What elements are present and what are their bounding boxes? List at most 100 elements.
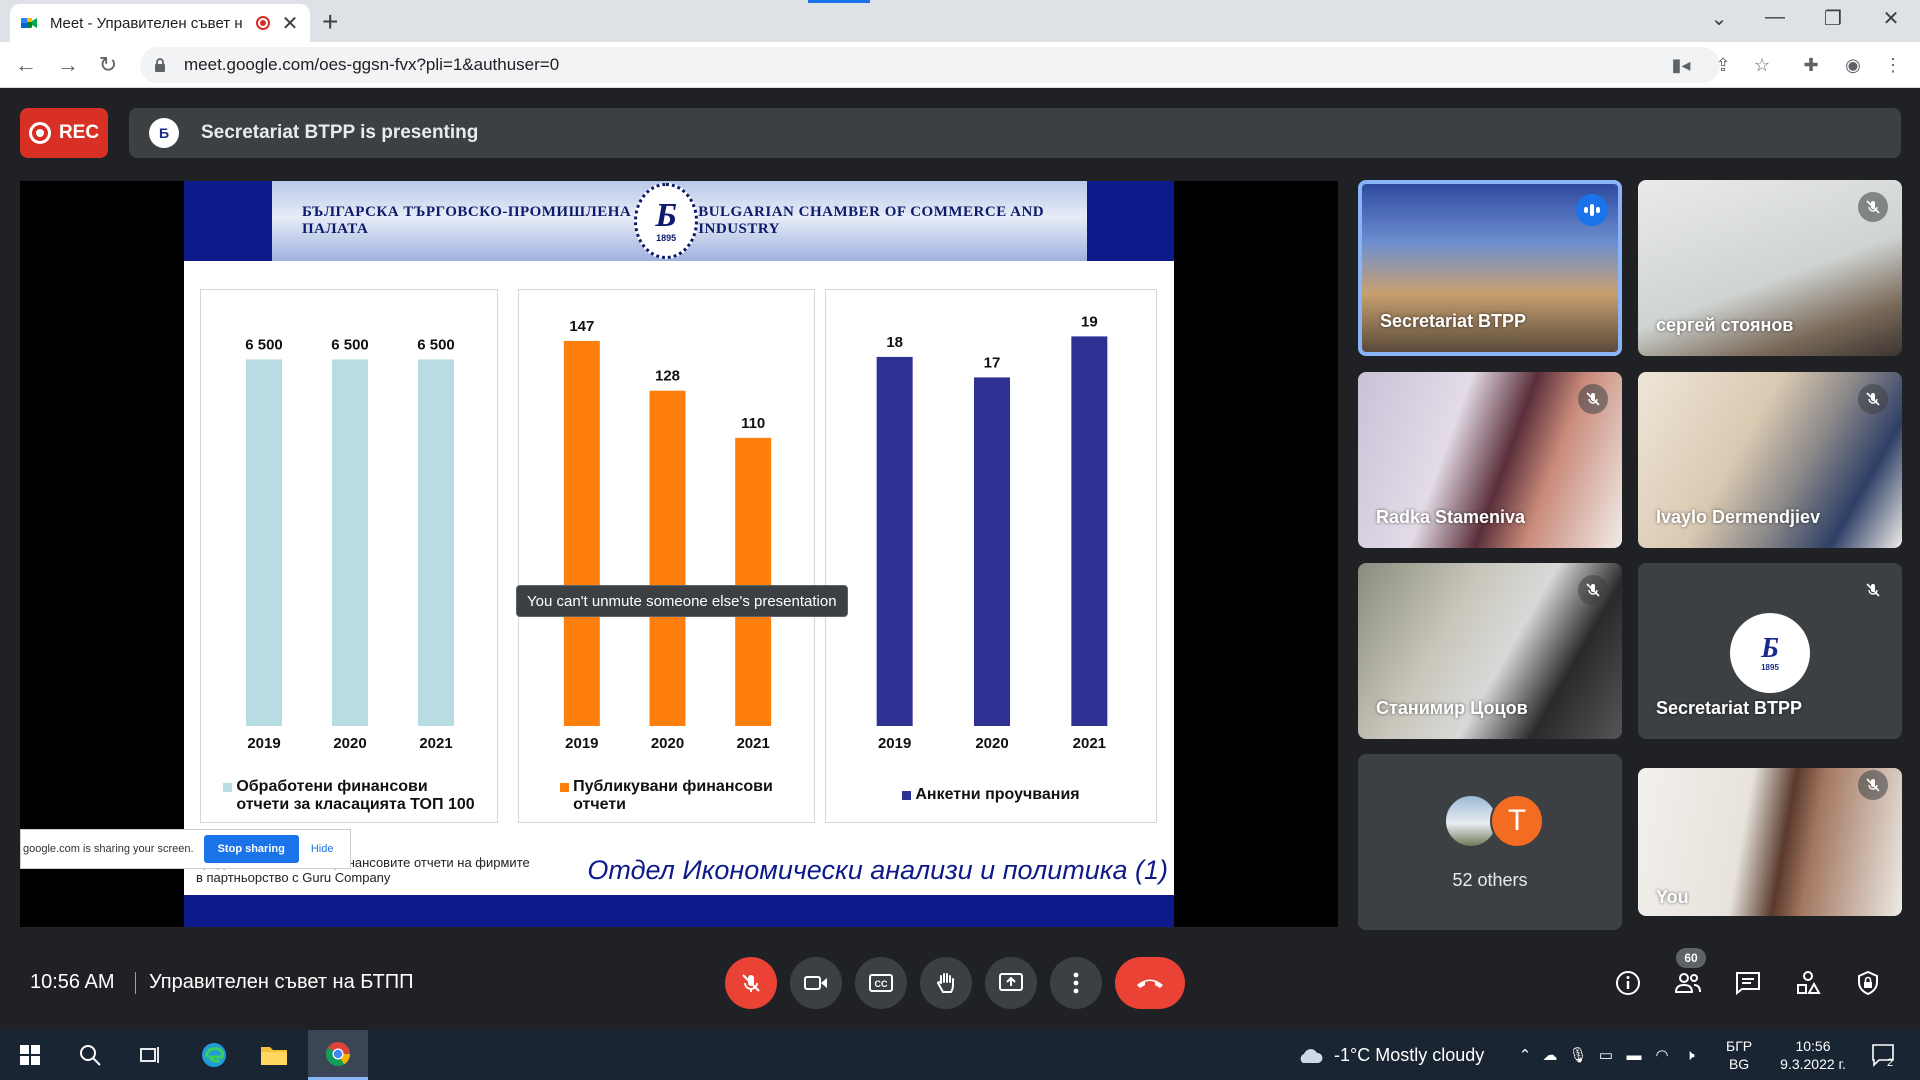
- bar-value-label: 6 500: [331, 336, 369, 353]
- display-icon[interactable]: ▭: [1592, 1046, 1620, 1064]
- more-vert-icon: [1073, 972, 1079, 994]
- chart-bar: [735, 437, 772, 726]
- participant-tile[interactable]: Ivaylo Dermendjiev: [1638, 372, 1902, 548]
- share-icon[interactable]: ⇪: [1712, 54, 1734, 76]
- cloud-icon: [1300, 1049, 1323, 1063]
- self-view-tile[interactable]: You: [1638, 768, 1902, 916]
- participant-tile[interactable]: Radka Stameniva: [1358, 372, 1622, 548]
- slide-footer: [184, 895, 1174, 927]
- legend-swatch: [902, 791, 912, 800]
- windows-start-button[interactable]: [0, 1030, 60, 1080]
- microphone-toggle-button[interactable]: [725, 957, 777, 1009]
- header-bulgarian-name: БЪЛГАРСКА ТЪРГОВСКО-ПРОМИШЛЕНА ПАЛАТА: [302, 204, 632, 237]
- new-tab-button[interactable]: +: [322, 8, 338, 36]
- captions-button[interactable]: CC: [855, 957, 907, 1009]
- recording-button[interactable]: REC: [20, 108, 108, 158]
- mic-off-icon: [1858, 384, 1888, 414]
- meeting-details-button[interactable]: [1611, 966, 1645, 1000]
- chart-published-reports: 147 2019 128 2020 110 2021 Публикувани финанс…: [518, 289, 815, 823]
- onedrive-cloud-icon[interactable]: ☁: [1536, 1046, 1564, 1064]
- chart-bar: [563, 340, 600, 726]
- forward-arrow-icon[interactable]: →: [54, 51, 82, 79]
- legend-text: отчети: [573, 796, 627, 813]
- chart-surveys-svg: 18 2019 17 2020 19 2021: [876, 313, 1108, 750]
- meet-controls-bar: 10:56 AM Управителен съвет на БТПП CC 60: [0, 930, 1920, 1030]
- participant-tile[interactable]: Secretariat BTPP: [1358, 180, 1622, 356]
- participant-tile[interactable]: Б 1895 Secretariat BTPP: [1638, 563, 1902, 739]
- chevron-up-icon[interactable]: ⌃: [1514, 1046, 1536, 1064]
- file-explorer-button[interactable]: [244, 1030, 304, 1080]
- activities-shapes-icon: [1797, 971, 1821, 994]
- tab-search-icon[interactable]: ⌄: [1704, 6, 1734, 31]
- x-axis-tick-label: 2020: [651, 735, 684, 750]
- browser-tab-meet[interactable]: Meet - Управителен съвет н ✕: [10, 4, 310, 42]
- browser-tab-strip: Meet - Управителен съвет н ✕ + ⌄ — ❐ ✕: [0, 0, 1920, 42]
- avatar: T: [1490, 794, 1544, 848]
- camera-in-use-icon[interactable]: ▮◂: [1670, 54, 1692, 76]
- activities-button[interactable]: [1791, 966, 1825, 1000]
- x-axis-tick-label: 2019: [247, 735, 280, 750]
- chat-button[interactable]: [1731, 966, 1765, 1000]
- bookmark-star-icon[interactable]: ☆: [1751, 54, 1773, 76]
- x-axis-tick-label: 2020: [333, 735, 366, 750]
- url-bar[interactable]: meet.google.com/oes-ggsn-fvx?pli=1&authu…: [140, 47, 1720, 83]
- reload-icon[interactable]: ↻: [94, 51, 122, 79]
- chrome-menu-icon[interactable]: ⋮: [1882, 54, 1904, 76]
- microphone-icon[interactable]: 🎙: [1564, 1046, 1592, 1064]
- volume-muted-icon[interactable]: 🕨: [1676, 1047, 1704, 1064]
- input-language-indicator[interactable]: БГР BG: [1726, 1037, 1752, 1073]
- bar-value-label: 19: [1081, 313, 1098, 330]
- maximize-button[interactable]: ❐: [1818, 6, 1848, 31]
- system-clock[interactable]: 10:56 9.3.2022 г.: [1768, 1037, 1858, 1073]
- close-window-button[interactable]: ✕: [1876, 6, 1906, 31]
- x-axis-tick-label: 2021: [1073, 735, 1106, 750]
- participant-name: Ivaylo Dermendjiev: [1656, 507, 1821, 527]
- presentation-stage[interactable]: БЪЛГАРСКА ТЪРГОВСКО-ПРОМИШЛЕНА ПАЛАТА Б …: [20, 181, 1338, 927]
- weather-widget[interactable]: -1°C Mostly cloudy: [1296, 1030, 1484, 1080]
- others-count: 52 others: [1452, 870, 1528, 890]
- chart-processed-reports-svg: 6 500 2019 6 500 2020 6 500 2021: [245, 336, 455, 750]
- wifi-icon[interactable]: ◠: [1648, 1046, 1676, 1064]
- chart-processed-reports: 6 500 2019 6 500 2020 6 500 2021 Обработени ф…: [200, 289, 498, 823]
- unmute-tooltip: You can't unmute someone else's presenta…: [516, 585, 848, 617]
- video-camera-icon: [804, 976, 827, 990]
- present-screen-button[interactable]: [985, 957, 1037, 1009]
- more-options-button[interactable]: [1050, 957, 1102, 1009]
- closed-captions-icon: CC: [869, 974, 893, 992]
- hide-link[interactable]: Hide: [311, 843, 334, 855]
- participant-tile[interactable]: Станимир Цоцов: [1358, 563, 1622, 739]
- edge-browser-button[interactable]: [184, 1030, 244, 1080]
- tab-close-icon[interactable]: ✕: [280, 11, 300, 36]
- participant-name: Secretariat BTPP: [1656, 698, 1803, 718]
- raise-hand-button[interactable]: [920, 957, 972, 1009]
- extensions-puzzle-icon[interactable]: ✚: [1800, 54, 1822, 76]
- windows-logo-icon: [20, 1045, 40, 1065]
- lang-top: БГР: [1726, 1038, 1753, 1054]
- legend-swatch: [560, 783, 570, 792]
- url-text: meet.google.com/oes-ggsn-fvx?pli=1&authu…: [184, 55, 560, 74]
- others-tile[interactable]: T 52 others: [1358, 754, 1622, 930]
- people-button[interactable]: [1671, 966, 1705, 1000]
- battery-icon[interactable]: ▬: [1620, 1047, 1648, 1064]
- stop-sharing-button[interactable]: Stop sharing: [203, 835, 299, 863]
- presenter-avatar: Б 1895: [1730, 613, 1810, 693]
- profile-avatar[interactable]: ◉: [1842, 54, 1864, 76]
- participant-name: Secretariat BTPP: [1380, 311, 1527, 331]
- host-controls-button[interactable]: [1851, 966, 1885, 1000]
- legend-text: отчети за класацията ТОП 100: [236, 796, 475, 813]
- hang-up-icon: [1137, 979, 1163, 988]
- bar-value-label: 110: [741, 415, 765, 432]
- minimize-button[interactable]: —: [1760, 6, 1790, 29]
- notifications-button[interactable]: 2: [1870, 1042, 1896, 1073]
- participant-tile[interactable]: сергей стоянов: [1638, 180, 1902, 356]
- chrome-taskbar-button[interactable]: [308, 1030, 368, 1080]
- camera-toggle-button[interactable]: [790, 957, 842, 1009]
- others-avatars: T: [1444, 794, 1544, 848]
- leave-call-button[interactable]: [1115, 957, 1185, 1009]
- folder-icon: [261, 1047, 287, 1065]
- chart-bar: [649, 390, 686, 726]
- search-button[interactable]: [60, 1030, 120, 1080]
- chart-published-reports-svg: 147 2019 128 2020 110 2021: [563, 318, 772, 750]
- task-view-button[interactable]: [120, 1030, 180, 1080]
- back-arrow-icon[interactable]: ←: [12, 51, 40, 79]
